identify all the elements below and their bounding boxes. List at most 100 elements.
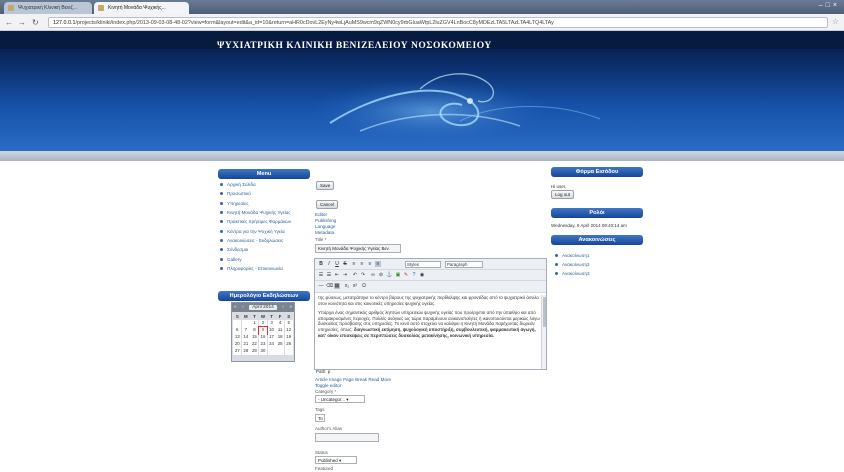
- title-input[interactable]: Κινητή Μονάδα Ψυχικής Υγείας Βεν: [315, 244, 401, 253]
- browser-tab-2[interactable]: Κινητή Μονάδα Ψυχικής...: [94, 2, 189, 14]
- category-select[interactable]: - Uncategor... ▾: [315, 395, 365, 403]
- logout-button[interactable]: Log out: [551, 190, 575, 199]
- tab-metadata[interactable]: Metadata: [315, 230, 334, 235]
- calendar-day[interactable]: 25: [276, 341, 285, 348]
- editor-scrollbar[interactable]: [541, 295, 546, 369]
- styles-select[interactable]: Styles: [405, 261, 441, 268]
- calendar-day[interactable]: 27: [233, 348, 242, 355]
- menu-item[interactable]: Κινητή Μονάδα Ψυχικής Υγείας: [220, 208, 312, 217]
- calendar-day[interactable]: 29: [250, 348, 259, 355]
- strikethrough-icon[interactable]: S: [342, 261, 348, 267]
- calendar-day[interactable]: 6: [233, 327, 242, 334]
- calendar-day[interactable]: 15: [250, 334, 259, 341]
- link-icon[interactable]: ∞: [370, 272, 376, 278]
- menu-item[interactable]: Gallery: [220, 254, 312, 263]
- maximize-icon[interactable]: □: [826, 2, 833, 9]
- calendar-day[interactable]: 11: [276, 327, 285, 334]
- prev-icon[interactable]: ‹: [242, 305, 244, 310]
- url-field[interactable]: 127.0.0.1/projects/kliniki/index.php/201…: [48, 17, 828, 28]
- horizontal-rule-icon[interactable]: —: [318, 283, 324, 289]
- paragraph-select[interactable]: Paragraph: [445, 261, 483, 268]
- menu-item[interactable]: Προσωπικό: [220, 189, 312, 198]
- calendar-day[interactable]: 20: [233, 341, 242, 348]
- calendar-day[interactable]: 8: [250, 327, 259, 334]
- help-icon[interactable]: ?: [411, 272, 417, 278]
- calendar-day[interactable]: 24: [267, 341, 276, 348]
- calendar-day[interactable]: 13: [233, 334, 242, 341]
- underline-icon[interactable]: U: [334, 261, 340, 267]
- menu-item[interactable]: Πρακτικές Χρήσιμες Φαρμάκων: [220, 217, 312, 226]
- calendar-day[interactable]: 16: [259, 334, 267, 341]
- tab-editor[interactable]: Editor: [315, 212, 327, 217]
- list-item[interactable]: Ανακοίνωση1: [555, 251, 645, 260]
- calendar-day[interactable]: 17: [267, 334, 276, 341]
- calendar-day[interactable]: 4: [276, 320, 285, 327]
- editor-buttons-links[interactable]: Article Image Page Break Read More: [315, 377, 391, 382]
- superscript-icon[interactable]: x²: [352, 283, 358, 289]
- calendar-day[interactable]: 30: [259, 348, 267, 355]
- calendar-day[interactable]: 7: [241, 327, 250, 334]
- align-right-icon[interactable]: ≡: [367, 261, 373, 267]
- calendar-day[interactable]: 5: [284, 320, 293, 327]
- editor-content[interactable]: της φύσεως, μετατράπηκε το κέντρο βάρους…: [318, 295, 540, 342]
- toggle-editor-link[interactable]: Toggle editor: [315, 383, 341, 388]
- calendar-day[interactable]: 28: [241, 348, 250, 355]
- menu-item[interactable]: Ανακοινώσεις - Εκδηλώσεις: [220, 236, 312, 245]
- scroll-thumb[interactable]: [543, 297, 546, 327]
- back-icon[interactable]: ←: [5, 18, 13, 27]
- calendar-day[interactable]: 2: [259, 320, 267, 327]
- clear-format-icon[interactable]: ⌫: [326, 283, 333, 289]
- next-icon[interactable]: ›: [282, 305, 284, 310]
- bullet-list-icon[interactable]: ☰: [318, 272, 324, 278]
- cleanup-icon[interactable]: ✎: [403, 272, 409, 278]
- bookmark-star-icon[interactable]: ☆: [832, 17, 839, 26]
- next-month-icon[interactable]: »: [289, 305, 292, 310]
- status-select[interactable]: Published ▾: [315, 456, 357, 464]
- calendar-day[interactable]: 26: [284, 341, 293, 348]
- calendar-day[interactable]: 23: [259, 341, 267, 348]
- calendar-day[interactable]: 10: [267, 327, 276, 334]
- special-char-icon[interactable]: Ω: [361, 283, 367, 289]
- numbered-list-icon[interactable]: ☰: [326, 272, 332, 278]
- align-center-icon[interactable]: ≡: [359, 261, 365, 267]
- subscript-icon[interactable]: x₂: [344, 283, 350, 289]
- menu-item[interactable]: Αρχική Σελίδα: [220, 180, 312, 189]
- indent-icon[interactable]: ⇥: [342, 272, 348, 278]
- calendar-day[interactable]: 18: [276, 334, 285, 341]
- undo-icon[interactable]: ↶: [352, 272, 358, 278]
- bold-icon[interactable]: B: [318, 261, 324, 267]
- save-button[interactable]: Save: [316, 181, 335, 190]
- browser-tab-1[interactable]: Ψυχιατρική Κλινική Βενιζ...: [4, 2, 92, 14]
- align-left-icon[interactable]: ≡: [351, 261, 357, 267]
- calendar-day[interactable]: 14: [241, 334, 250, 341]
- calendar-day[interactable]: 21: [241, 341, 250, 348]
- visual-aid-icon[interactable]: ▦: [334, 283, 340, 289]
- cancel-button[interactable]: Cancel: [316, 200, 339, 209]
- menu-item[interactable]: Κέντρα για την Ψυχική Υγεία: [220, 226, 312, 235]
- calendar-day[interactable]: 9: [258, 326, 268, 335]
- menu-item[interactable]: Σύνδεσμοι: [220, 245, 312, 254]
- unlink-icon[interactable]: ⊘: [378, 272, 384, 278]
- calendar-day[interactable]: 22: [250, 341, 259, 348]
- calendar-day[interactable]: 3: [267, 320, 276, 327]
- anchor-icon[interactable]: ⚓: [386, 272, 392, 278]
- align-justify-icon[interactable]: ≡: [375, 261, 381, 267]
- forward-icon[interactable]: →: [18, 18, 26, 27]
- tab-language[interactable]: Language: [315, 224, 335, 229]
- calendar-day[interactable]: 1: [250, 320, 259, 327]
- italic-icon[interactable]: I: [326, 261, 332, 267]
- list-item[interactable]: Ανακοίνωση3: [555, 269, 645, 278]
- tab-publishing[interactable]: Publishing: [315, 218, 336, 223]
- html-source-icon[interactable]: ◉: [419, 272, 425, 278]
- calendar-day[interactable]: 19: [284, 334, 293, 341]
- image-icon[interactable]: ▣: [395, 272, 401, 278]
- list-item[interactable]: Ανακοίνωση2: [555, 260, 645, 269]
- close-icon[interactable]: ×: [833, 2, 840, 9]
- minimize-icon[interactable]: –: [819, 2, 826, 9]
- tags-input[interactable]: To: [315, 414, 325, 422]
- prev-month-icon[interactable]: «: [234, 305, 237, 310]
- menu-item[interactable]: Πληροφορίες - Επικοινωνία: [220, 264, 312, 273]
- reload-icon[interactable]: ↻: [32, 18, 39, 27]
- calendar-day[interactable]: 12: [284, 327, 293, 334]
- redo-icon[interactable]: ↷: [360, 272, 366, 278]
